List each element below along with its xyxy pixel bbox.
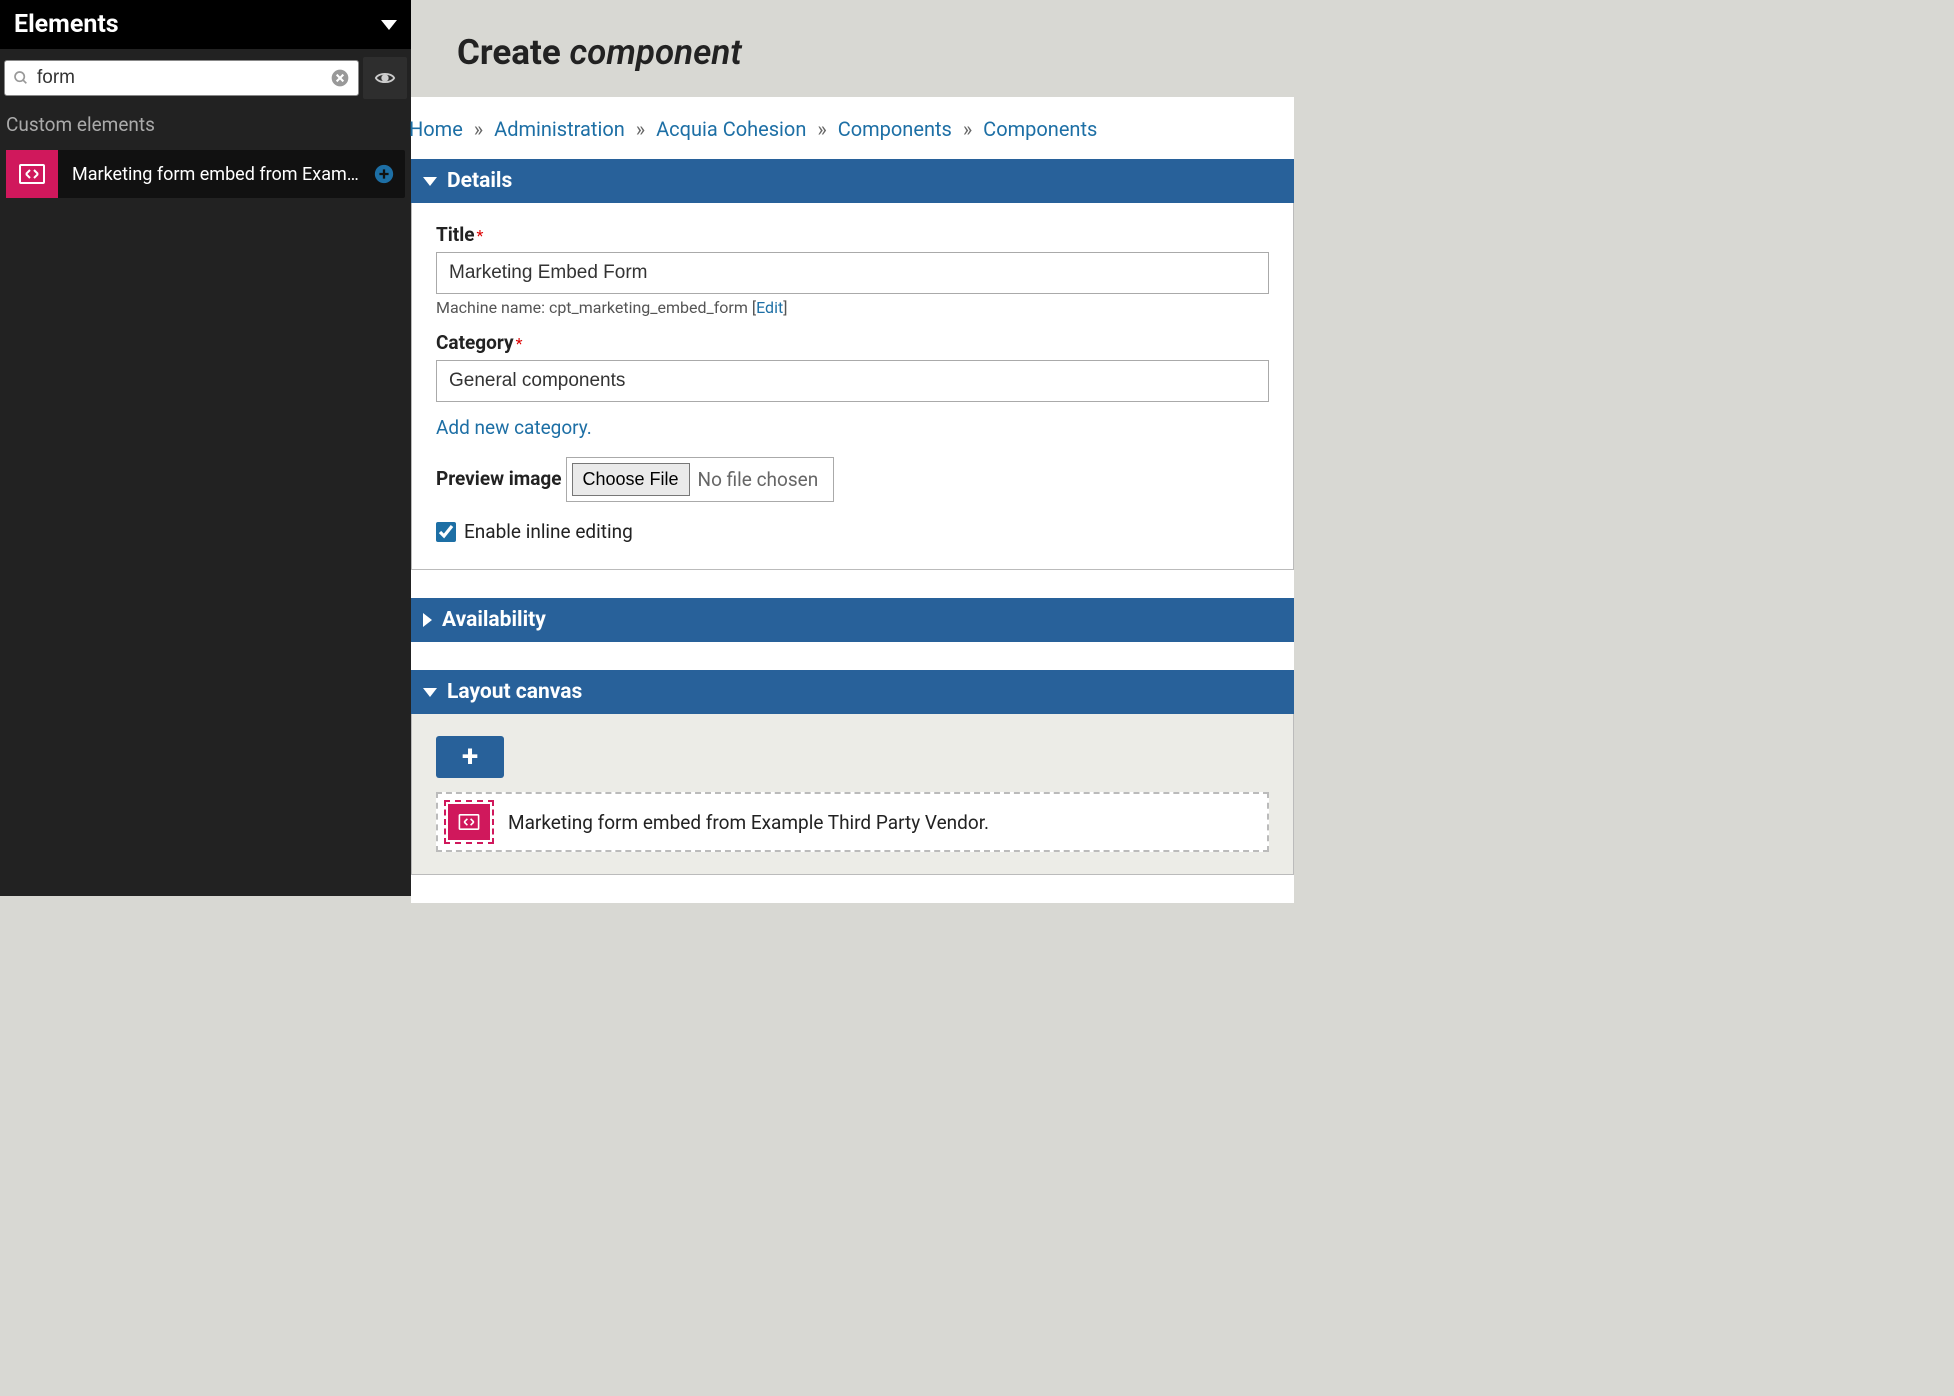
element-item-marketing-form[interactable]: Marketing form embed from Exam… [6,150,405,198]
breadcrumb-sep: » [963,117,972,141]
panel-details-header[interactable]: Details [411,159,1294,203]
required-mark: * [477,226,484,245]
panel-layout-title: Layout canvas [447,680,582,704]
category-input[interactable] [436,360,1269,402]
canvas-item-label: Marketing form embed from Example Third … [508,811,989,834]
panel-availability-title: Availability [442,608,546,632]
element-icon-box [6,150,58,198]
canvas-item-marketing-form[interactable]: Marketing form embed from Example Third … [436,792,1269,852]
breadcrumb-components[interactable]: Components [838,117,952,141]
search-row [0,49,411,107]
title-input[interactable] [436,252,1269,294]
chevron-down-icon [381,20,397,30]
add-category-link[interactable]: Add new category. [436,416,592,439]
panel-layout-header[interactable]: Layout canvas [411,670,1294,714]
clear-icon[interactable] [330,68,350,88]
search-input[interactable] [37,67,330,89]
canvas-icon-box [448,804,490,840]
page-title-prefix: Create [457,32,569,73]
panel-availability: Availability [411,598,1294,642]
inline-editing-checkbox[interactable] [436,522,456,542]
visibility-toggle-button[interactable] [363,57,407,99]
machine-name-row: Machine name: cpt_marketing_embed_form [… [436,298,1269,317]
title-label: Title [436,223,475,246]
sidebar-header[interactable]: Elements [0,0,411,49]
breadcrumb-sep: » [817,117,826,141]
machine-name-label: Machine name: [436,298,549,317]
choose-file-button[interactable]: Choose File [572,463,690,496]
preview-image-label: Preview image [436,467,562,490]
panel-details-body: Title* Machine name: cpt_marketing_embed… [411,203,1294,570]
plus-icon: + [462,742,478,772]
breadcrumb-sep: » [474,117,483,141]
content-area: Home » Administration » Acquia Cohesion … [411,97,1294,903]
elements-sidebar: Elements Custom elements Marketing form … [0,0,411,896]
panel-details: Details Title* Machine name: cpt_marketi… [411,159,1294,570]
panel-availability-header[interactable]: Availability [411,598,1294,642]
caret-down-icon [423,688,437,697]
field-title: Title* Machine name: cpt_marketing_embed… [436,223,1269,317]
field-category: Category* [436,331,1269,402]
embed-icon [19,164,45,184]
breadcrumb-home[interactable]: Home [409,117,463,141]
file-status-text: No file chosen [698,468,829,491]
add-element-icon[interactable] [373,163,395,185]
search-wrapper[interactable] [4,60,359,96]
panel-layout-canvas: Layout canvas + Marketing fo [411,670,1294,875]
page-title: Create component [411,0,1294,97]
breadcrumb-acquia-cohesion[interactable]: Acquia Cohesion [656,117,806,141]
element-label: Marketing form embed from Exam… [58,164,373,185]
machine-name-edit-link[interactable]: Edit [756,298,783,317]
breadcrumb-sep: » [636,117,645,141]
breadcrumb: Home » Administration » Acquia Cohesion … [409,117,1294,159]
layout-canvas-body: + Marketing form embed from Example Thir… [411,714,1294,875]
category-label: Category [436,331,514,354]
eye-icon [374,67,396,89]
element-group-label: Custom elements [0,107,411,150]
breadcrumb-components-2[interactable]: Components [983,117,1097,141]
add-canvas-item-button[interactable]: + [436,736,504,778]
field-preview-image: Preview image Choose File No file chosen [436,457,1269,502]
required-mark: * [516,334,523,353]
page-title-em: component [569,32,741,73]
embed-icon [458,814,480,830]
caret-right-icon [423,613,432,627]
panel-details-title: Details [447,169,512,193]
file-input-row: Choose File No file chosen [566,457,835,502]
inline-editing-row: Enable inline editing [436,520,1269,543]
sidebar-title: Elements [14,10,119,39]
canvas-icon-wrap [444,800,494,844]
machine-name-value: cpt_marketing_embed_form [549,298,748,317]
inline-editing-label: Enable inline editing [464,520,633,543]
main-content: Create component Home » Administration »… [411,0,1294,896]
search-icon [13,70,29,86]
breadcrumb-administration[interactable]: Administration [494,117,625,141]
caret-down-icon [423,177,437,186]
